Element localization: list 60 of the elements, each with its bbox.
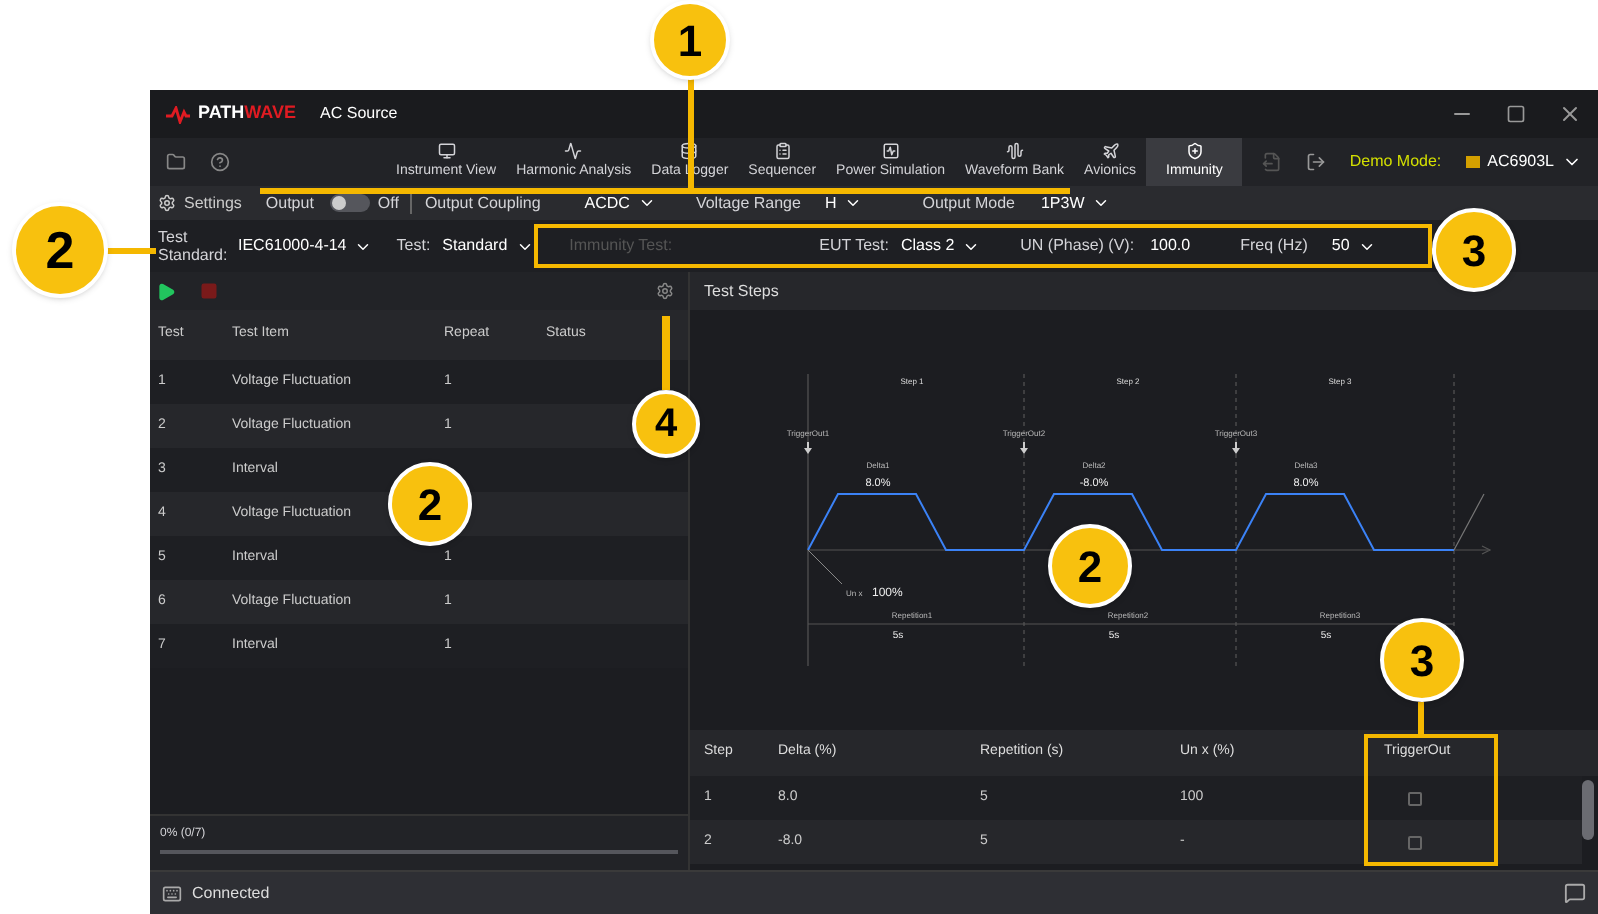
logo-icon: [166, 105, 190, 123]
leader-line: [807, 549, 843, 585]
pulse-icon: [564, 141, 583, 159]
close-icon[interactable]: [1558, 102, 1582, 126]
output-toggle[interactable]: [329, 194, 370, 212]
output-state: Off: [377, 191, 399, 215]
instrument-dropdown[interactable]: AC6903L: [1465, 150, 1582, 174]
field-label: UN (Phase) (V):: [1020, 234, 1135, 258]
setting-dropdown[interactable]: 1P3W: [1040, 191, 1111, 215]
chevron-down-icon: [844, 194, 863, 212]
play-icon[interactable]: [156, 281, 176, 301]
test-dropdown[interactable]: Standard: [442, 234, 534, 258]
checkbox[interactable]: [1408, 791, 1422, 805]
arrow-down-icon: [804, 441, 812, 454]
maximize-icon[interactable]: [1506, 104, 1526, 124]
scrollbar[interactable]: [1582, 780, 1594, 840]
arrow-down-icon: [1020, 441, 1028, 454]
shield-icon: [1185, 141, 1204, 159]
folder-icon[interactable]: [166, 152, 186, 172]
setting-dropdown[interactable]: H: [824, 191, 863, 215]
status-text: Connected: [192, 881, 270, 905]
settings-icon[interactable]: [656, 282, 674, 300]
plane-icon: [1101, 141, 1120, 159]
message-icon[interactable]: [1564, 882, 1586, 904]
setting-dropdown[interactable]: ACDC: [584, 191, 656, 215]
output-label: Output: [265, 191, 314, 215]
logout-icon[interactable]: [1305, 152, 1326, 172]
window-title: AC Source: [320, 102, 398, 126]
keyboard-icon: [162, 883, 182, 903]
field-label: Output Mode: [922, 191, 1015, 215]
checkbox[interactable]: [1408, 835, 1422, 849]
chevron-down-icon: [637, 194, 656, 212]
mode-label: Demo Mode:: [1349, 150, 1442, 174]
highlight-frame: [1364, 734, 1498, 866]
settings-button[interactable]: Settings: [158, 191, 242, 215]
field-label: Test:: [396, 234, 431, 258]
pulse-square-icon: [881, 141, 900, 159]
norm-dropdown[interactable]: IEC61000-4-14: [238, 234, 373, 258]
arrow-down-icon: [1232, 441, 1240, 454]
brand-name: WAVE: [244, 100, 297, 127]
field-label: Output Coupling: [424, 191, 541, 215]
callout-badge: 1: [650, 0, 730, 80]
gear-icon: [158, 194, 176, 212]
panel-title: Test Steps: [704, 279, 779, 303]
field-label: Voltage Range: [695, 191, 801, 215]
field-label: Freq (Hz): [1240, 234, 1308, 258]
help-icon[interactable]: [210, 152, 230, 172]
field-value: 100.0: [1150, 234, 1191, 258]
field-label: Test Standard:: [158, 228, 226, 264]
field-label: EUT Test:: [819, 234, 889, 258]
eut-dropdown[interactable]: Class 2: [900, 234, 981, 258]
callout-badge: 2: [12, 202, 108, 298]
monitor-icon: [437, 141, 456, 159]
chevron-down-icon: [1092, 194, 1111, 212]
device-icon: [1465, 156, 1480, 168]
waveform-icon: [1005, 141, 1024, 159]
leader-line: [104, 248, 156, 254]
brand-name: PATH: [198, 100, 245, 127]
frequency-dropdown[interactable]: 50: [1331, 234, 1376, 258]
clipboard-icon: [773, 141, 792, 159]
